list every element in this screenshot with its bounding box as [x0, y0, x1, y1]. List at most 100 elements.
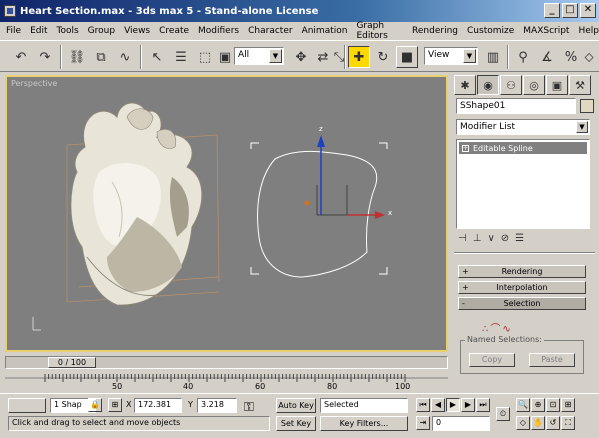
app-icon[interactable] [4, 5, 16, 17]
command-panel: ✱ ◉ ⚇ ◎ ▣ ⚒ SShape01 Modifier List ▼ + E… [452, 72, 599, 398]
motion-tab-icon[interactable]: ◎ [523, 75, 545, 95]
stack-item[interactable]: + Editable Spline [459, 142, 587, 154]
zoom-extents-all-icon[interactable]: ⊞ [561, 398, 575, 412]
minimize-button[interactable]: _ [544, 3, 560, 18]
zoom-all-icon[interactable]: ⊕ [531, 398, 545, 412]
menu-tools[interactable]: Tools [57, 26, 79, 36]
menu-edit[interactable]: Edit [30, 26, 47, 36]
pin-stack-icon[interactable]: ⊣ [458, 233, 467, 244]
heart-model [70, 102, 203, 306]
paste-button[interactable]: Paste [529, 353, 575, 367]
menu-file[interactable]: File [6, 26, 21, 36]
menu-modifiers[interactable]: Modifiers [198, 26, 239, 36]
display-tab-icon[interactable]: ▣ [546, 75, 568, 95]
object-name-field[interactable]: SShape01 [456, 98, 576, 114]
menu-help[interactable]: Help [578, 26, 599, 36]
spinner-snap-icon[interactable]: ⬦ [578, 46, 599, 68]
snap-toggle-icon[interactable]: ⚲ [512, 46, 534, 68]
select-and-move-icon[interactable]: ✚ [348, 46, 370, 68]
previous-frame-icon[interactable]: ◀ [431, 398, 445, 412]
maximize-viewport-icon[interactable]: ⛶ [561, 416, 575, 430]
listener-button[interactable] [8, 398, 46, 413]
rollout-label: Rendering [501, 267, 543, 276]
toolbar-separator [344, 45, 346, 69]
menu-rendering[interactable]: Rendering [412, 26, 458, 36]
remove-modifier-icon[interactable]: ⊘ [501, 233, 509, 244]
auto-key-mode-dropdown[interactable]: Selected [320, 398, 408, 413]
lock-selection-icon[interactable]: 🔒 [88, 398, 102, 412]
undo-icon[interactable]: ↶ [10, 46, 32, 68]
maximize-button[interactable]: □ [562, 3, 578, 18]
configure-sets-icon[interactable]: ☰ [515, 233, 524, 244]
move-icon-small[interactable]: ✥ [290, 46, 312, 68]
time-slider[interactable]: 0 / 100 [5, 356, 448, 369]
selection-filter-dropdown[interactable]: All ▼ [234, 47, 284, 65]
current-frame-field[interactable]: 0 [432, 416, 490, 431]
utilities-tab-icon[interactable]: ⚒ [569, 75, 591, 95]
viewport-label[interactable]: Perspective [11, 79, 57, 88]
absolute-mode-icon[interactable]: ⊞ [108, 398, 122, 412]
expand-toggle-icon[interactable]: + [462, 144, 469, 152]
key-filters-button[interactable]: Key Filters... [320, 416, 408, 431]
reference-coordinate-dropdown[interactable]: View ▼ [424, 47, 478, 65]
make-unique-icon[interactable]: ∨ [487, 233, 494, 244]
go-to-start-icon[interactable]: ⏮ [416, 398, 430, 412]
pivot-center-icon[interactable]: ▥ [482, 46, 504, 68]
command-panel-tabs: ✱ ◉ ⚇ ◎ ▣ ⚒ [454, 75, 595, 97]
track-bar[interactable]: 50 40 60 80 100 [5, 372, 448, 393]
window-title: Heart Section.max - 3ds max 5 - Stand-al… [20, 5, 319, 17]
copy-button[interactable]: Copy [469, 353, 515, 367]
create-tab-icon[interactable]: ✱ [454, 75, 476, 95]
key-mode-toggle-icon[interactable]: ⇥ [416, 416, 430, 430]
rollout-rendering[interactable]: + Rendering [458, 265, 586, 278]
time-slider-thumb[interactable]: 0 / 100 [48, 357, 96, 368]
pan-icon[interactable]: ✋ [531, 416, 545, 430]
menu-group[interactable]: Group [88, 26, 115, 36]
bind-space-warp-icon[interactable]: ∿ [114, 46, 136, 68]
window-crossing-icon[interactable]: ▣ [214, 46, 236, 68]
rollout-interpolation[interactable]: + Interpolation [458, 281, 586, 294]
modifier-list-dropdown[interactable]: Modifier List ▼ [456, 119, 590, 135]
menu-graph-editors[interactable]: Graph Editors [356, 21, 403, 41]
perspective-viewport[interactable]: z x Perspective [5, 75, 448, 352]
select-by-name-icon[interactable]: ☰ [170, 46, 192, 68]
redo-icon[interactable]: ↷ [34, 46, 56, 68]
set-key-button[interactable]: Set Key [276, 416, 316, 431]
select-and-rotate-icon[interactable]: ↻ [372, 46, 394, 68]
menu-views[interactable]: Views [124, 26, 150, 36]
menu-customize[interactable]: Customize [467, 26, 514, 36]
unlink-selection-icon[interactable]: ⧉ [90, 46, 112, 68]
play-icon[interactable]: ▶ [446, 398, 460, 412]
menu-maxscript[interactable]: MAXScript [523, 26, 569, 36]
hierarchy-tab-icon[interactable]: ⚇ [500, 75, 522, 95]
arc-rotate-icon[interactable]: ↺ [546, 416, 560, 430]
modifier-stack[interactable]: + Editable Spline [456, 139, 590, 229]
select-and-scale-icon[interactable]: ■ [396, 46, 418, 68]
zoom-extents-icon[interactable]: ⊡ [546, 398, 560, 412]
title-bar: Heart Section.max - 3ds max 5 - Stand-al… [0, 0, 599, 22]
rollout-selection[interactable]: - Selection [458, 297, 586, 310]
menu-animation[interactable]: Animation [302, 26, 348, 36]
segment-level-icon[interactable]: ⌒ [490, 324, 502, 335]
close-button[interactable]: ✕ [580, 3, 596, 18]
key-icon[interactable]: ⚿ [244, 400, 254, 415]
modify-tab-icon[interactable]: ◉ [477, 75, 499, 95]
x-coord-field[interactable]: 172.381 [134, 398, 182, 413]
select-object-icon[interactable]: ↖ [146, 46, 168, 68]
go-to-end-icon[interactable]: ⏭ [476, 398, 490, 412]
menu-character[interactable]: Character [248, 26, 292, 36]
zoom-icon[interactable]: 🔍 [516, 398, 530, 412]
y-coord-field[interactable]: 3.218 [197, 398, 237, 413]
uniform-scale-icon[interactable]: ⤡ [328, 46, 350, 68]
auto-key-button[interactable]: Auto Key [276, 398, 316, 413]
next-frame-icon[interactable]: ▶ [461, 398, 475, 412]
rectangular-selection-icon[interactable]: ⬚ [194, 46, 216, 68]
object-color-swatch[interactable] [580, 99, 594, 113]
show-end-result-icon[interactable]: ⊥ [473, 233, 482, 244]
spline-level-icon[interactable]: ∿ [502, 324, 512, 335]
angle-snap-icon[interactable]: ∡ [536, 46, 558, 68]
field-of-view-icon[interactable]: ◇ [516, 416, 530, 430]
menu-create[interactable]: Create [159, 26, 189, 36]
select-and-link-icon[interactable]: ⛓ [66, 46, 88, 68]
time-configuration-icon[interactable]: ⏲ [496, 407, 510, 421]
